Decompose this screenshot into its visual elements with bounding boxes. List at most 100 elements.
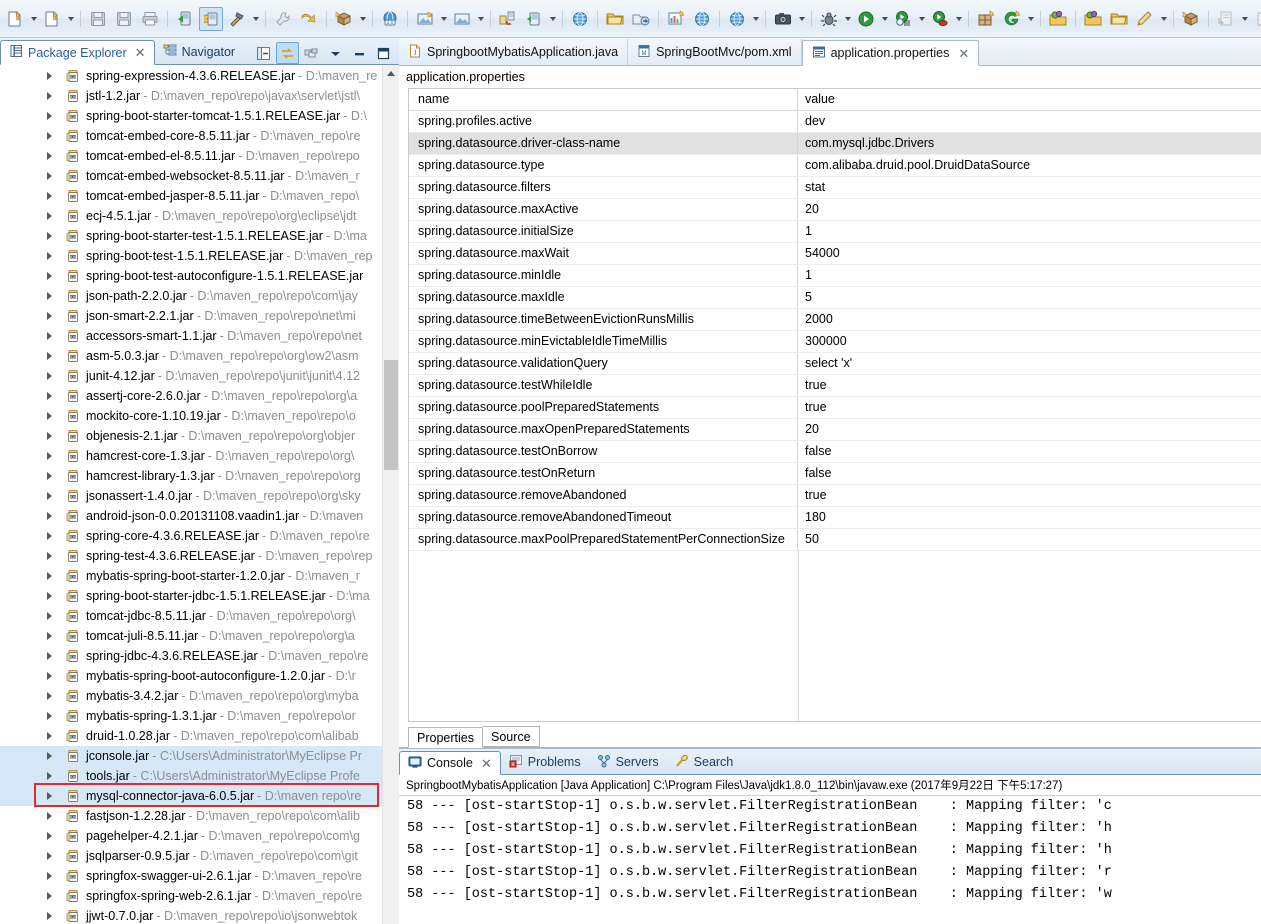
open-folder-yellow-icon[interactable] [1107,7,1131,31]
expand-arrow-icon[interactable] [47,912,52,920]
property-value[interactable]: stat [798,177,1261,198]
table-row[interactable]: spring.datasource.maxOpenPreparedStateme… [409,419,1261,441]
close-icon[interactable]: ✕ [481,757,492,770]
property-value[interactable]: 5 [798,287,1261,308]
table-row[interactable]: spring.datasource.minEvictableIdleTimeMi… [409,331,1261,353]
tree-item[interactable]: 010 android-json-0.0.20131108.vaadin1.jar… [0,506,382,526]
tree-item[interactable]: 010 spring-core-4.3.6.RELEASE.jar - D:\mav… [0,526,382,546]
table-row[interactable]: spring.datasource.testOnBorrow false [409,441,1261,463]
expand-arrow-icon[interactable] [47,852,52,860]
import-db-icon[interactable] [496,7,520,31]
print-icon[interactable] [138,7,162,31]
property-value[interactable]: 20 [798,199,1261,220]
expand-arrow-icon[interactable] [47,672,52,680]
chevron-down-icon[interactable] [916,8,927,30]
expand-arrow-icon[interactable] [47,152,52,160]
property-name[interactable]: spring.datasource.maxPoolPreparedStateme… [409,529,798,550]
property-name[interactable]: spring.profiles.active [409,111,798,132]
table-row[interactable]: spring.datasource.filters stat [409,177,1261,199]
tab-package-explorer[interactable]: Package Explorer ✕ [0,40,155,65]
expand-arrow-icon[interactable] [47,312,52,320]
property-name[interactable]: spring.datasource.maxOpenPreparedStateme… [409,419,798,440]
property-value[interactable]: 1 [798,265,1261,286]
new-java-project-icon[interactable] [40,7,64,31]
git-icon[interactable] [1000,7,1024,31]
chevron-down-icon[interactable] [475,8,486,30]
open-folder-icon[interactable] [603,7,627,31]
tree-item[interactable]: 010 objenesis-2.1.jar - D:\maven_repo\repo… [0,426,382,446]
expand-arrow-icon[interactable] [47,192,52,200]
editor-tab[interactable]: M SpringBootMvc/pom.xml [628,39,802,65]
property-value[interactable]: select 'x' [798,353,1261,374]
property-name[interactable]: spring.datasource.testOnReturn [409,463,798,484]
run-history-icon[interactable] [891,7,915,31]
expand-arrow-icon[interactable] [47,732,52,740]
next-annotation-icon[interactable] [297,7,321,31]
property-name[interactable]: spring.datasource.filters [409,177,798,198]
chevron-down-icon[interactable] [842,8,853,30]
deploy-icon[interactable] [199,6,223,31]
tree-item[interactable]: 010 spring-boot-starter-test-1.5.1.RELEAS… [0,226,382,246]
run-coverage-icon[interactable] [928,7,952,31]
collapse-all-icon[interactable] [252,42,275,64]
tree-item[interactable]: 010 tomcat-embed-jasper-8.5.11.jar - D:\ma… [0,186,382,206]
tree-item[interactable]: 010 jsonassert-1.4.0.jar - D:\maven_repo\r… [0,486,382,506]
table-row[interactable]: spring.datasource.maxWait 54000 [409,243,1261,265]
property-name[interactable]: spring.datasource.minEvictableIdleTimeMi… [409,331,798,352]
property-value[interactable]: com.alibaba.druid.pool.DruidDataSource [798,155,1261,176]
tree-item[interactable]: 010 springfox-swagger-ui-2.6.1.jar - D:\ma… [0,866,382,886]
expand-arrow-icon[interactable] [47,832,52,840]
tree-item[interactable]: 010 pagehelper-4.2.1.jar - D:\maven_repo\r… [0,826,382,846]
tree-item[interactable]: 010 springfox-spring-web-2.6.1.jar - D:\ma… [0,886,382,906]
open-package-icon[interactable] [1179,7,1203,31]
chevron-down-icon[interactable] [750,8,761,30]
chevron-down-icon[interactable] [1025,8,1036,30]
tab-properties[interactable]: Properties [408,727,483,748]
tree-item[interactable]: 010 mybatis-spring-boot-starter-1.2.0.jar… [0,566,382,586]
tree-item[interactable]: 010 mybatis-3.4.2.jar - D:\maven_repo\repo… [0,686,382,706]
table-row[interactable]: spring.datasource.validationQuery select … [409,353,1261,375]
table-row[interactable]: spring.datasource.testWhileIdle true [409,375,1261,397]
tree-item[interactable]: 010 json-path-2.2.0.jar - D:\maven_repo\re… [0,286,382,306]
tree-item[interactable]: 010 mockito-core-1.10.19.jar - D:\maven_re… [0,406,382,426]
tab-navigator[interactable]: Navigator [155,39,244,64]
property-value[interactable]: 300000 [798,331,1261,352]
tree-item[interactable]: 010 mybatis-spring-1.3.1.jar - D:\maven_re… [0,706,382,726]
property-value[interactable]: 1 [798,221,1261,242]
tree-item[interactable]: 010 spring-boot-test-1.5.1.RELEASE.jar - D… [0,246,382,266]
chevron-down-icon[interactable] [65,8,76,30]
table-row[interactable]: spring.datasource.maxActive 20 [409,199,1261,221]
close-icon[interactable]: ✕ [135,46,146,59]
tree-item[interactable]: 010 tools.jar - C:\Users\Administrator\MyE… [0,766,382,786]
expand-arrow-icon[interactable] [47,432,52,440]
tree-item[interactable]: 010 mysql-connector-java-6.0.5.jar - D:\ma… [0,786,382,806]
expand-arrow-icon[interactable] [47,612,52,620]
property-name[interactable]: spring.datasource.removeAbandonedTimeout [409,507,798,528]
tree-item[interactable]: 010 tomcat-embed-el-8.5.11.jar - D:\maven_… [0,146,382,166]
table-row[interactable]: spring.datasource.removeAbandonedTimeout… [409,507,1261,529]
chevron-down-icon[interactable] [796,8,807,30]
expand-arrow-icon[interactable] [47,752,52,760]
tree-item[interactable]: 010 json-smart-2.2.1.jar - D:\maven_repo\r… [0,306,382,326]
quick-fix-icon[interactable] [271,7,295,31]
last-edit-icon[interactable] [1251,7,1261,31]
table-row[interactable]: spring.datasource.timeBetweenEvictionRun… [409,309,1261,331]
table-row[interactable]: spring.datasource.testOnReturn false [409,463,1261,485]
property-value[interactable]: 2000 [798,309,1261,330]
property-name[interactable]: spring.datasource.maxWait [409,243,798,264]
property-name[interactable]: spring.datasource.testOnBorrow [409,441,798,462]
globe-icon[interactable] [568,7,592,31]
tree-item[interactable]: 010 spring-boot-test-autoconfigure-1.5.1.… [0,266,382,286]
tree-item[interactable]: 010 spring-expression-4.3.6.RELEASE.jar - … [0,66,382,86]
maximize-icon[interactable] [372,42,395,64]
editor-tab[interactable]: J SpringbootMybatisApplication.java [399,39,629,65]
chevron-down-icon[interactable] [1158,8,1169,30]
expand-arrow-icon[interactable] [47,392,52,400]
properties-table[interactable]: name value spring.profiles.active dev spri… [408,88,1261,722]
expand-arrow-icon[interactable] [47,892,52,900]
pencil-edit-icon[interactable] [1133,7,1157,31]
expand-arrow-icon[interactable] [47,292,52,300]
save-all-icon[interactable] [112,7,136,31]
minimize-icon[interactable] [348,42,371,64]
expand-arrow-icon[interactable] [47,372,52,380]
